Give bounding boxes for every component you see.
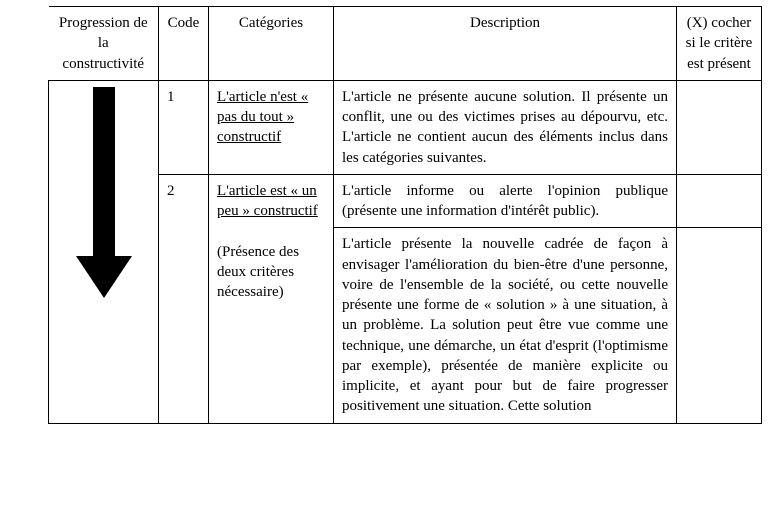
header-checkbox: (X) cocher si le critère est présent	[677, 7, 762, 81]
category-cell: L'article n'est « pas du tout » construc…	[209, 80, 334, 174]
header-description: Description	[334, 7, 677, 81]
table-row: 1 L'article n'est « pas du tout » constr…	[49, 80, 762, 174]
checkbox-cell[interactable]	[677, 174, 762, 228]
progression-arrow-cell	[49, 80, 159, 423]
header-categories: Catégories	[209, 7, 334, 81]
criteria-table: Progression de la constructivité Code Ca…	[48, 6, 762, 424]
table-header-row: Progression de la constructivité Code Ca…	[49, 7, 762, 81]
description-cell: L'article ne présente aucune solution. I…	[334, 80, 677, 174]
category-note: (Présence des deux critères nécessaire)	[217, 244, 299, 301]
category-cell: L'article est « un peu » constructif (Pr…	[209, 174, 334, 423]
description-cell: L'article informe ou alerte l'opinion pu…	[334, 174, 677, 228]
code-cell: 1	[159, 80, 209, 174]
code-cell: 2	[159, 174, 209, 423]
category-label: L'article n'est « pas du tout » construc…	[217, 89, 308, 146]
down-arrow-icon	[57, 87, 150, 298]
page: Progression de la constructivité Code Ca…	[0, 0, 780, 424]
checkbox-cell[interactable]	[677, 80, 762, 174]
header-code: Code	[159, 7, 209, 81]
category-label: L'article est « un peu » constructif	[217, 183, 318, 219]
header-progression: Progression de la constructivité	[49, 7, 159, 81]
checkbox-cell[interactable]	[677, 228, 762, 423]
description-cell: L'article présente la nouvelle cadrée de…	[334, 228, 677, 423]
